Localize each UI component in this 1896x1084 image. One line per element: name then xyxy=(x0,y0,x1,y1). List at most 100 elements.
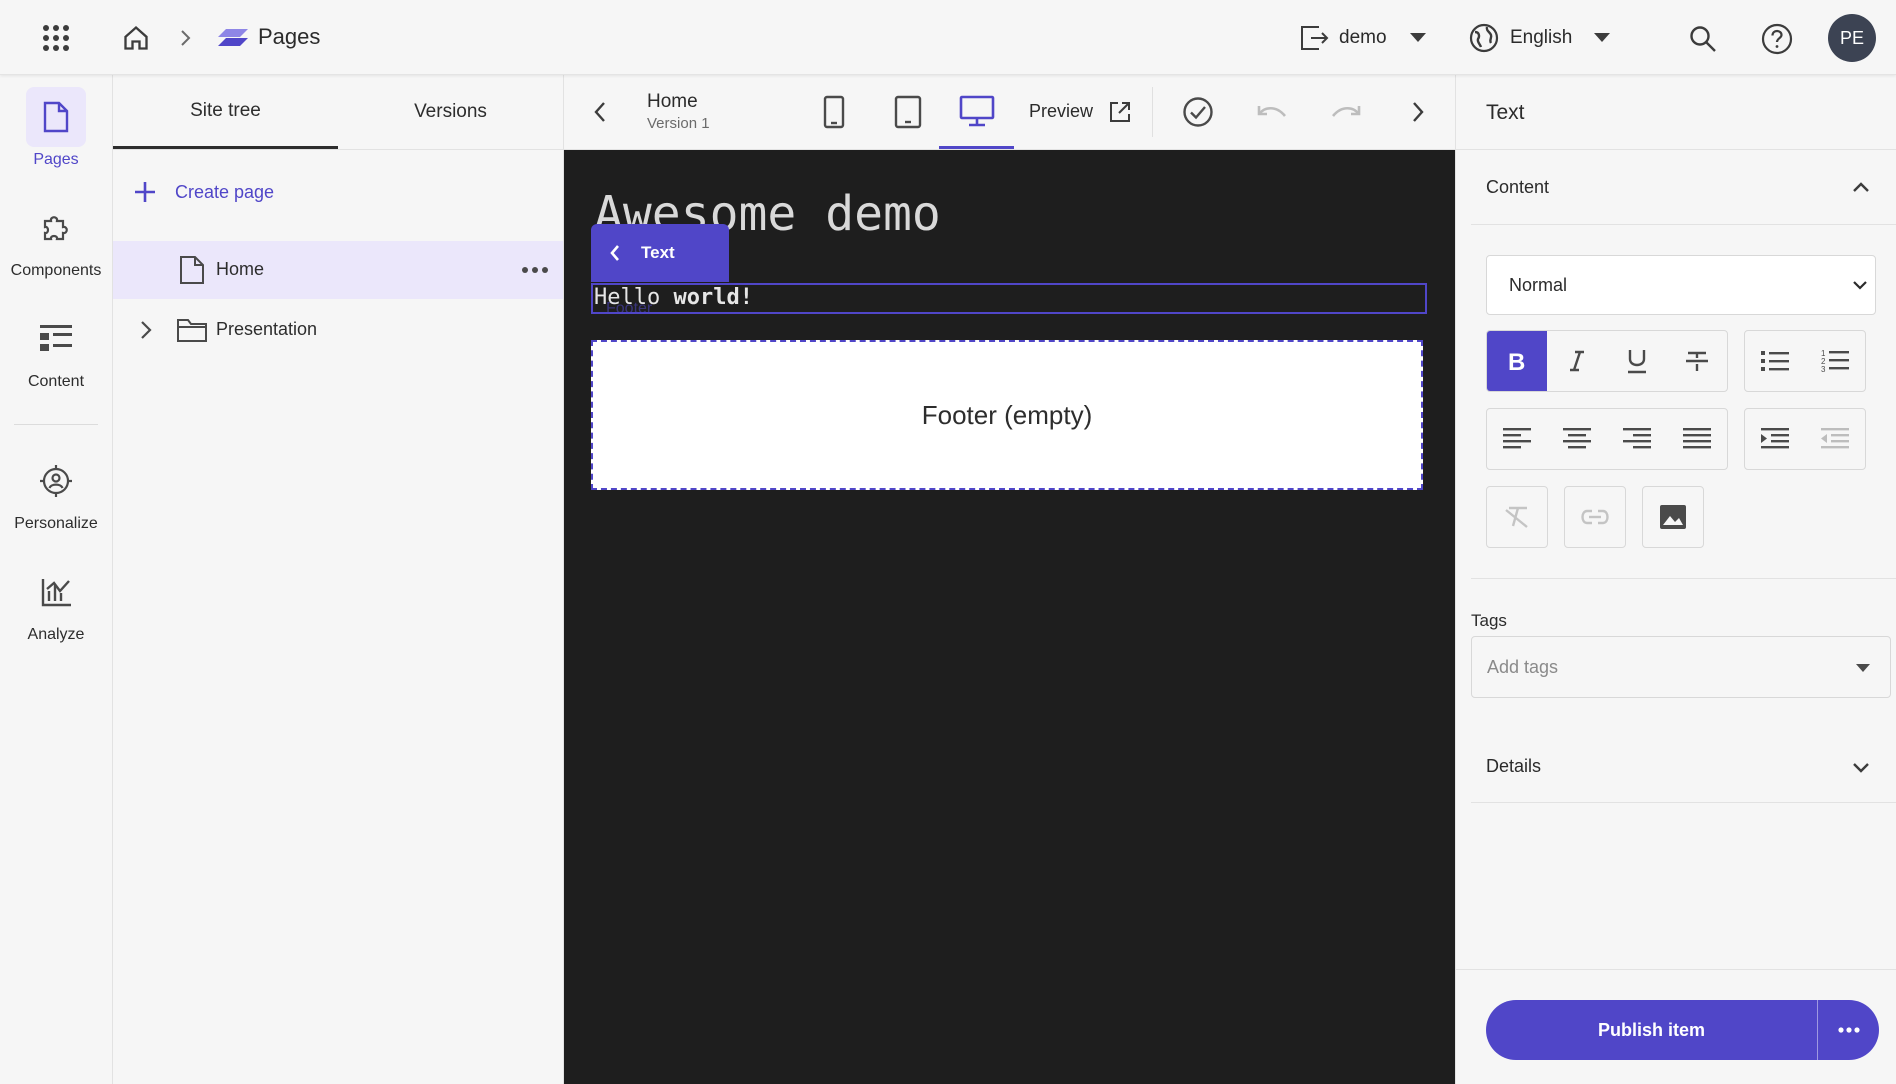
indent-group xyxy=(1744,408,1866,470)
align-center-icon[interactable] xyxy=(1547,409,1607,469)
user-avatar[interactable]: PE xyxy=(1828,14,1876,62)
tree-row-label: Presentation xyxy=(216,319,318,339)
text-style-value: Normal xyxy=(1509,274,1568,295)
nav-label-analyze: Analyze xyxy=(27,626,85,643)
italic-icon[interactable] xyxy=(1547,331,1607,391)
plus-icon xyxy=(135,182,155,202)
strikethrough-icon[interactable] xyxy=(1667,331,1727,391)
left-nav: Pages Components Content Personalize Ana… xyxy=(0,75,113,1084)
nav-item-personalize[interactable]: Personalize xyxy=(0,451,112,533)
desktop-device-icon[interactable] xyxy=(939,75,1014,149)
tablet-device-icon[interactable] xyxy=(877,75,939,149)
back-chevron-icon[interactable] xyxy=(578,75,622,149)
selected-text-component[interactable]: Hello world! xyxy=(591,283,1427,314)
image-icon[interactable] xyxy=(1642,486,1704,548)
numbered-list-icon[interactable]: 123 xyxy=(1805,331,1865,391)
app-title: Pages xyxy=(258,24,321,49)
tab-versions[interactable]: Versions xyxy=(338,75,563,149)
tags-input[interactable]: Add tags xyxy=(1471,636,1891,698)
svg-text:B: B xyxy=(1508,349,1525,373)
top-bar: Pages demo English PE xyxy=(0,0,1896,75)
tree-row-presentation[interactable]: Presentation xyxy=(113,301,563,359)
globe-icon[interactable] xyxy=(1468,22,1500,54)
validate-check-icon[interactable] xyxy=(1167,75,1229,149)
bulleted-list-icon[interactable] xyxy=(1745,331,1805,391)
tags-label: Tags xyxy=(1471,611,1507,630)
folder-icon xyxy=(177,319,207,342)
app-launcher-icon[interactable] xyxy=(36,18,76,58)
analytics-icon xyxy=(26,562,86,622)
nav-item-content[interactable]: Content xyxy=(0,309,112,391)
create-page-label: Create page xyxy=(175,181,275,202)
create-page-button[interactable]: Create page xyxy=(133,180,274,204)
footer-empty-label: Footer (empty) xyxy=(921,399,1093,430)
panel-footer-divider xyxy=(1456,969,1896,970)
link-icon[interactable] xyxy=(1564,486,1626,548)
tree-row-home[interactable]: Home xyxy=(113,241,563,299)
content-list-icon xyxy=(26,309,86,369)
nav-item-pages[interactable]: Pages xyxy=(0,87,112,169)
hello-bold-text: world! xyxy=(673,285,753,310)
nav-divider xyxy=(14,424,98,425)
outdent-icon[interactable] xyxy=(1805,409,1865,469)
chip-label: Text xyxy=(641,243,675,262)
indent-icon[interactable] xyxy=(1745,409,1805,469)
nav-item-components[interactable]: Components xyxy=(0,198,112,280)
forward-chevron-icon[interactable] xyxy=(1396,75,1440,149)
align-justify-icon[interactable] xyxy=(1667,409,1727,469)
language-dropdown-caret-icon[interactable] xyxy=(1590,28,1614,48)
tree-row-label: Home xyxy=(216,259,265,279)
tags-placeholder: Add tags xyxy=(1487,656,1559,677)
clear-format-icon[interactable] xyxy=(1486,486,1548,548)
site-dropdown-caret-icon[interactable] xyxy=(1406,28,1430,48)
puzzle-icon xyxy=(26,198,86,258)
hello-text: Hello xyxy=(594,285,674,310)
align-left-icon[interactable] xyxy=(1487,409,1547,469)
chip-back-icon[interactable] xyxy=(609,244,621,262)
publish-button-group: Publish item xyxy=(1486,1000,1879,1060)
expand-chevron-icon[interactable] xyxy=(1846,756,1876,778)
page-icon xyxy=(26,87,86,147)
align-right-icon[interactable] xyxy=(1607,409,1667,469)
target-user-icon xyxy=(26,451,86,511)
details-section-header[interactable]: Details xyxy=(1486,756,1541,777)
list-format-group: 123 xyxy=(1744,330,1866,392)
site-tree-panel: Site tree Versions Create page Home Pres… xyxy=(113,75,564,1084)
search-icon[interactable] xyxy=(1686,22,1720,56)
more-options-icon[interactable] xyxy=(518,260,552,280)
language-dropdown-label[interactable]: English xyxy=(1510,27,1572,49)
open-external-icon[interactable] xyxy=(1102,75,1138,149)
page-version: Version 1 xyxy=(647,115,710,132)
tags-dropdown-caret-icon xyxy=(1856,664,1870,672)
panel-title: Text xyxy=(1486,101,1525,124)
site-switch-icon[interactable] xyxy=(1298,22,1330,54)
nav-item-analyze[interactable]: Analyze xyxy=(0,562,112,644)
properties-panel: Text Content Normal B 123 Tags Add tags … xyxy=(1455,75,1896,1084)
underline-icon[interactable] xyxy=(1607,331,1667,391)
canvas-toolbar: Home Version 1 Preview xyxy=(564,75,1455,150)
section-divider xyxy=(1471,224,1896,225)
content-section-header[interactable]: Content xyxy=(1486,177,1549,198)
publish-item-button[interactable]: Publish item xyxy=(1486,1000,1818,1060)
redo-icon[interactable] xyxy=(1315,75,1377,149)
help-icon[interactable] xyxy=(1760,22,1794,56)
footer-placeholder[interactable]: Footer (empty) xyxy=(591,340,1423,490)
collapse-chevron-icon[interactable] xyxy=(1846,176,1876,198)
home-icon[interactable] xyxy=(118,20,154,56)
bold-icon[interactable]: B xyxy=(1487,331,1547,391)
site-dropdown-label[interactable]: demo xyxy=(1339,27,1387,49)
tab-site-tree[interactable]: Site tree xyxy=(113,75,338,149)
svg-text:3: 3 xyxy=(1821,365,1826,374)
mobile-device-icon[interactable] xyxy=(803,75,865,149)
inline-format-group: B xyxy=(1486,330,1728,392)
nav-label-pages: Pages xyxy=(33,151,79,168)
pages-logo-icon xyxy=(215,24,251,52)
text-style-select[interactable]: Normal xyxy=(1486,255,1876,315)
preview-button[interactable]: Preview xyxy=(1029,101,1093,122)
select-chevron-icon xyxy=(1853,281,1867,290)
component-chip-text[interactable]: Text xyxy=(591,224,729,282)
expand-chevron-icon[interactable] xyxy=(140,320,152,340)
publish-more-icon[interactable] xyxy=(1818,1000,1879,1060)
undo-icon[interactable] xyxy=(1241,75,1303,149)
panel-divider xyxy=(1456,149,1896,150)
